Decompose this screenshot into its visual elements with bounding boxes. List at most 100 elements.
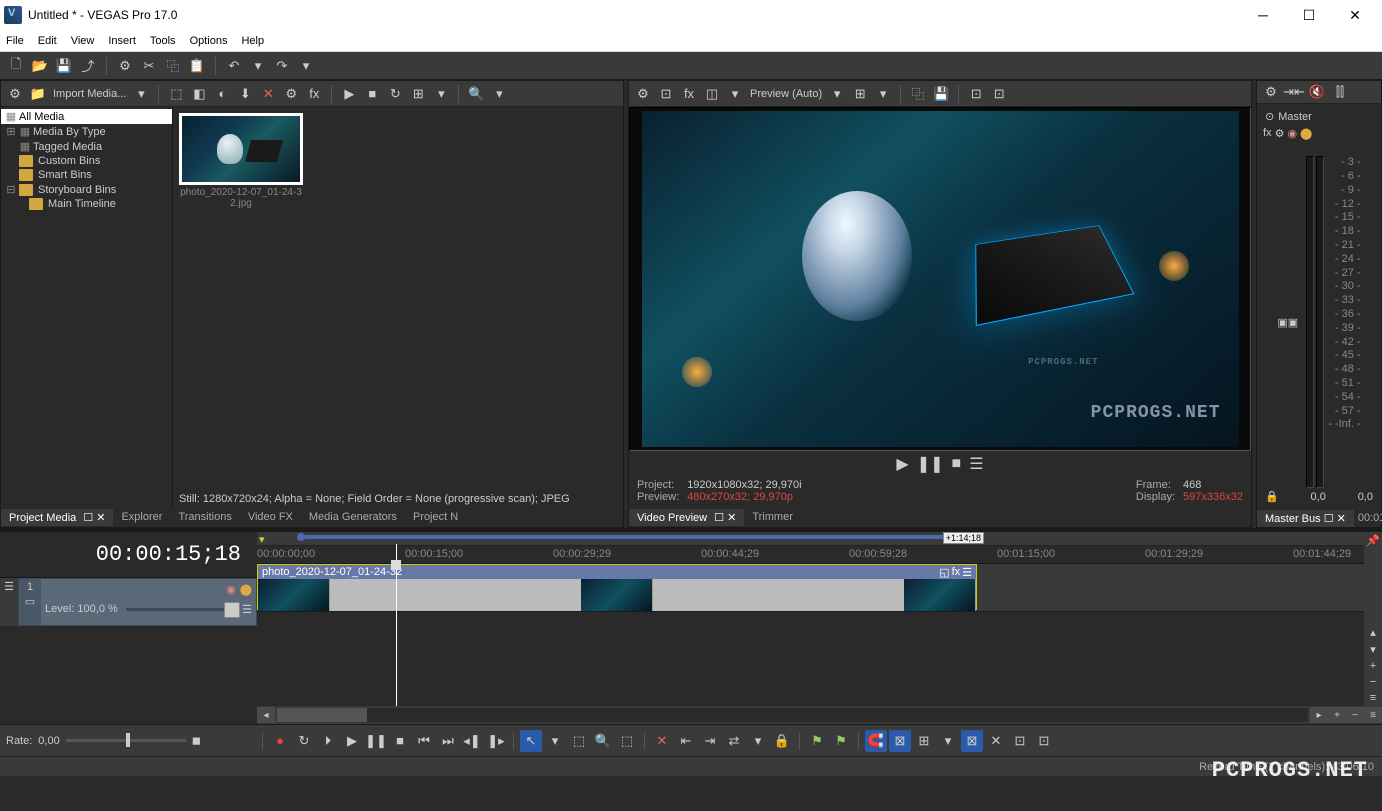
loop-region[interactable] [301, 535, 974, 539]
remove-icon[interactable]: ✕ [258, 84, 278, 104]
toggle-a-icon[interactable]: ⊡ [966, 84, 986, 104]
zoom-tool-icon[interactable]: 🔍 [592, 730, 614, 752]
tab-media-generators[interactable]: Media Generators [301, 509, 405, 525]
menu-file[interactable]: File [6, 35, 24, 47]
clip-crop-icon[interactable]: ◱ [939, 566, 949, 579]
views-icon[interactable]: ⊞ [408, 84, 428, 104]
play-icon[interactable]: ▶ [341, 730, 363, 752]
marker-in-icon[interactable]: ⚑ [806, 730, 828, 752]
track-header[interactable]: 1 ▭ ◉ ⬤ Level: 100,0 % ☰ [18, 578, 257, 626]
master-mute-icon[interactable]: ◉ [1287, 127, 1297, 140]
media-bins-tree[interactable]: ▦All Media ⊞▦Media By Type ▦Tagged Media… [1, 107, 173, 507]
preview-props-icon[interactable]: ⚙ [633, 84, 653, 104]
close-icon[interactable]: ☐ ✕ [83, 512, 105, 524]
tab-master-bus[interactable]: Master Bus ☐ ✕ [1257, 510, 1354, 527]
trim-start-icon[interactable]: ⇤ [675, 730, 697, 752]
scroll-down-icon[interactable]: ▾ [1370, 643, 1376, 656]
minimize-button[interactable]: ─ [1240, 0, 1286, 30]
marker-icon[interactable]: ▾ [259, 533, 265, 546]
tree-main-timeline[interactable]: Main Timeline [1, 197, 172, 211]
pause-icon[interactable]: ❚❚ [365, 730, 387, 752]
lock-icon[interactable]: 🔒 [1265, 490, 1279, 503]
tree-tagged[interactable]: ▦Tagged Media [1, 139, 172, 154]
pin-icon[interactable]: 📌 [1366, 534, 1380, 547]
menu-edit[interactable]: Edit [38, 35, 57, 47]
stop-icon[interactable]: ■ [389, 730, 411, 752]
tree-all-media[interactable]: ▦All Media [1, 109, 172, 124]
scroll-right-icon[interactable]: ▸ [1310, 707, 1328, 723]
copy-icon[interactable]: ⿻ [163, 56, 183, 76]
timecode-display[interactable]: 00:00:15;18 [0, 532, 257, 578]
tab-project-notes[interactable]: Project N [405, 509, 466, 525]
marker-out-icon[interactable]: ⚑ [830, 730, 852, 752]
toggle-b-icon[interactable]: ⊡ [989, 84, 1009, 104]
level-slider[interactable] [126, 608, 234, 611]
ignore-grouping-icon[interactable]: ⊡ [1009, 730, 1031, 752]
refresh-icon[interactable]: ↻ [385, 84, 405, 104]
cut-icon[interactable]: ✂ [139, 56, 159, 76]
tab-trimmer[interactable]: Trimmer [744, 509, 801, 525]
menu-options[interactable]: Options [190, 35, 228, 47]
project-props-icon[interactable]: ⚙ [5, 84, 25, 104]
save-snapshot-icon[interactable]: 💾 [931, 84, 951, 104]
lock-envelopes-icon[interactable]: 🔒 [771, 730, 793, 752]
tree-smart-bins[interactable]: Smart Bins [1, 168, 172, 182]
play-start-icon[interactable]: ⏵ [317, 730, 339, 752]
scroll-left-icon[interactable]: ◂ [257, 707, 275, 723]
redo-dropdown-icon[interactable]: ▾ [296, 56, 316, 76]
tab-video-preview[interactable]: Video Preview ☐ ✕ [629, 509, 744, 526]
render-icon[interactable]: ⤴ [78, 56, 98, 76]
faders-icon[interactable]: ⫿⫿ [1330, 82, 1350, 102]
quality-dropdown-icon[interactable]: ▾ [827, 84, 847, 104]
clip-menu-icon[interactable]: ☰ [962, 566, 972, 579]
loop-icon[interactable]: ↻ [293, 730, 315, 752]
timeline-area[interactable]: ▾ +1:14;18 00:00:00;0000:00:15;0000:00:2… [257, 532, 1364, 706]
master-gear-icon[interactable]: ⚙ [1275, 127, 1285, 140]
tree-storyboard-bins[interactable]: ⊟Storyboard Bins [1, 182, 172, 197]
pause-icon[interactable]: ❚❚ [917, 454, 944, 474]
properties-icon[interactable]: ⚙ [115, 56, 135, 76]
quantize-dropdown-icon[interactable]: ▾ [937, 730, 959, 752]
zoom-in-icon[interactable]: + [1328, 707, 1346, 723]
tree-custom-bins[interactable]: Custom Bins [1, 154, 172, 168]
mixer-props-icon[interactable]: ⚙ [1261, 82, 1281, 102]
zoom-fit-icon[interactable]: ≡ [1364, 707, 1382, 723]
stop-preview-icon[interactable]: ■ [362, 84, 382, 104]
track-lane[interactable]: photo_2020-12-07_01-24-32 ◱ fx ☰ [257, 564, 1364, 612]
search-icon[interactable]: 🔍 [466, 84, 486, 104]
split-dropdown-icon[interactable]: ▾ [725, 84, 745, 104]
menu-help[interactable]: Help [241, 35, 264, 47]
split-screen-icon[interactable]: ◫ [702, 84, 722, 104]
overlays-dropdown-icon[interactable]: ▾ [873, 84, 893, 104]
preview-quality-button[interactable]: Preview (Auto) [750, 88, 822, 100]
snap-icon[interactable]: 🧲 [865, 730, 887, 752]
search-dropdown-icon[interactable]: ▾ [489, 84, 509, 104]
paste-icon[interactable]: 📋 [187, 56, 207, 76]
stop-icon[interactable]: ■ [952, 455, 962, 473]
split-icon[interactable]: ✕ [651, 730, 673, 752]
video-clip[interactable]: photo_2020-12-07_01-24-32 ◱ fx ☰ [257, 564, 977, 610]
playhead[interactable] [396, 544, 397, 706]
media-props-icon[interactable]: ⚙ [281, 84, 301, 104]
auto-ripple-icon[interactable]: ⇄ [723, 730, 745, 752]
video-fx-icon[interactable]: fx [679, 84, 699, 104]
go-end-icon[interactable]: ⏭ [437, 730, 459, 752]
tab-project-media[interactable]: Project Media ☐ ✕ [1, 509, 113, 526]
track-menu-icon[interactable]: ☰ [242, 603, 252, 616]
undo-icon[interactable]: ↶ [224, 56, 244, 76]
menu-view[interactable]: View [71, 35, 95, 47]
rate-handle-icon[interactable]: ◼ [192, 734, 201, 747]
time-ruler[interactable]: 00:00:00;0000:00:15;0000:00:29;2900:00:4… [257, 546, 1364, 564]
views-dropdown-icon[interactable]: ▾ [431, 84, 451, 104]
tab-video-fx[interactable]: Video FX [240, 509, 301, 525]
master-fx-icon[interactable]: fx [1263, 127, 1272, 140]
menu-icon[interactable]: ☰ [969, 454, 983, 474]
tab-explorer[interactable]: Explorer [113, 509, 170, 525]
close-icon[interactable]: ☐ ✕ [714, 512, 736, 524]
go-start-icon[interactable]: ⏮ [413, 730, 435, 752]
redo-icon[interactable]: ↷ [272, 56, 292, 76]
more-icon[interactable]: ⊡ [1033, 730, 1055, 752]
capture-icon[interactable]: ⬚ [166, 84, 186, 104]
rate-slider[interactable] [66, 739, 186, 742]
output-toggle-icon[interactable]: ▣▣ [1277, 316, 1298, 329]
